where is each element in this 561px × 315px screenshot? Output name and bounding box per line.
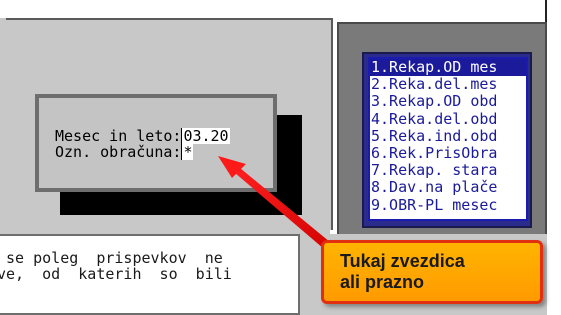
info-line-2: ve, od katerih so bili — [0, 265, 232, 283]
callout-text: Tukaj zvezdica ali prazno — [340, 251, 465, 293]
report-menu: 1.Rekap.OD mes 2.Reka.del.mes 3.Rekap.OD… — [368, 57, 528, 221]
menu-item[interactable]: 9.OBR-PL mesec — [370, 197, 526, 214]
top-strip — [0, 0, 561, 18]
menu-item[interactable]: 8.Dav.na plače — [370, 179, 526, 196]
menu-item[interactable]: 2.Reka.del.mes — [370, 76, 526, 93]
callout-line-2: ali prazno — [340, 272, 425, 292]
calc-row: Ozn. obračuna: * — [55, 143, 194, 161]
info-line-1: se poleg prispevkov ne — [0, 249, 223, 267]
menu-item[interactable]: 1.Rekap.OD mes — [370, 59, 526, 77]
menu-item[interactable]: 3.Rekap.OD obd — [370, 93, 526, 110]
right-divider — [545, 0, 547, 22]
callout-line-1: Tukaj zvezdica — [340, 251, 465, 271]
calc-label: Ozn. obračuna: — [55, 143, 182, 161]
period-dialog: Mesec in leto: 03.20 Ozn. obračuna: * — [35, 94, 277, 192]
calc-input[interactable]: * — [181, 144, 194, 160]
callout-note: Tukaj zvezdica ali prazno — [321, 240, 543, 304]
right-edge — [547, 0, 561, 315]
info-box: se poleg prispevkov ne ve, od katerih so… — [0, 234, 300, 315]
month-year-input[interactable]: 03.20 — [181, 128, 230, 144]
month-year-row: Mesec in leto: 03.20 — [55, 128, 230, 144]
menu-item[interactable]: 4.Reka.del.obd — [370, 111, 526, 128]
menu-item[interactable]: 7.Rekap. stara — [370, 162, 526, 179]
menu-item[interactable]: 5.Reka.ind.obd — [370, 128, 526, 145]
menu-item[interactable]: 6.Rek.PrisObra — [370, 145, 526, 162]
